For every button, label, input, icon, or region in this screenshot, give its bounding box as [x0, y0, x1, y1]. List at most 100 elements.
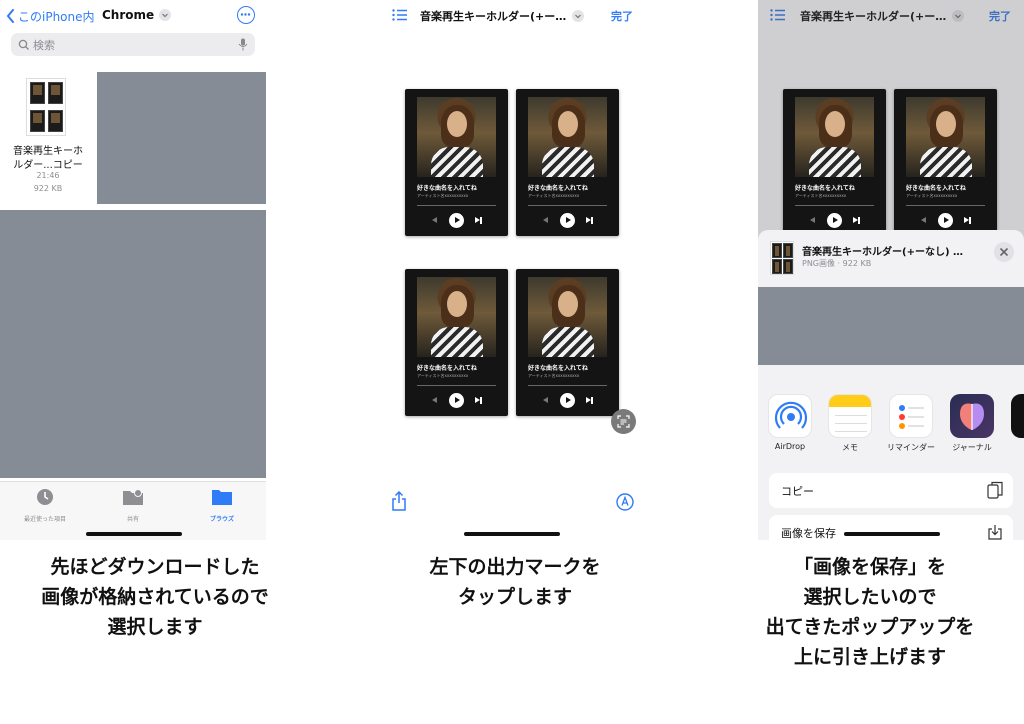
text-scan-icon	[617, 415, 630, 428]
play-icon	[560, 393, 575, 408]
previous-icon	[431, 397, 438, 404]
close-icon	[999, 247, 1009, 257]
notes-app[interactable]	[828, 394, 872, 438]
more-options-button[interactable]	[237, 6, 255, 24]
files-app-screen: このiPhone内 Chrome 検索 音楽再生キーホ ルダー...コピー 21…	[0, 0, 266, 540]
chevron-down-icon	[952, 10, 965, 22]
caption-step-2: 左下の出力マークを タップします	[429, 556, 601, 608]
airdrop-label: AirDrop	[774, 442, 806, 451]
document-title: 音楽再生キーホルダー(+ー…	[800, 8, 965, 24]
save-icon	[988, 525, 1002, 540]
ellipsis-icon	[240, 13, 251, 16]
journal-app[interactable]	[950, 394, 994, 438]
more-app[interactable]	[1011, 394, 1024, 438]
done-button: 完了	[989, 10, 1011, 23]
share-header: 音楽再生キーホルダー(+ーなし) … PNG画像 · 922 KB	[758, 230, 1024, 287]
save-image-label: 画像を保存	[781, 527, 836, 540]
play-icon	[449, 213, 464, 228]
previous-icon	[542, 217, 549, 224]
document-title[interactable]: 音楽再生キーホルダー(+ー…	[420, 8, 585, 24]
previous-icon	[809, 217, 816, 224]
play-icon	[449, 393, 464, 408]
portrait-photo	[417, 97, 496, 177]
copy-icon	[987, 481, 1003, 499]
portrait-photo	[795, 97, 874, 177]
tab-browse[interactable]: ブラウズ	[187, 488, 257, 523]
share-subtitle: PNG画像 · 922 KB	[802, 259, 872, 268]
search-bar[interactable]: 検索	[11, 33, 255, 56]
caption-step-3: 「画像を保存」を 選択したいので 出てきたポップアップを 上に引き上げます	[765, 556, 975, 668]
list-icon	[770, 9, 785, 21]
dimmed-background: 音楽再生キーホルダー(+ー… 完了 好きな曲名を入れてね アーティスト名xxxx…	[758, 0, 1024, 240]
journal-icon	[960, 403, 984, 430]
caption-step-1: 先ほどダウンロードした 画像が格納されているので 選択します	[41, 556, 269, 638]
file-size: 922 KB	[33, 184, 63, 193]
next-icon	[475, 397, 482, 404]
home-indicator	[86, 532, 182, 536]
file-name-line1: 音楽再生キーホ	[13, 146, 83, 157]
folder-icon	[212, 490, 232, 505]
keychain-card: 好きな曲名を入れてね アーティスト名xxxxxxxxxx	[516, 269, 619, 416]
keychain-card: 好きな曲名を入れてね アーティスト名xxxxxxxxxx	[405, 269, 508, 416]
portrait-photo	[906, 97, 985, 177]
back-button[interactable]: このiPhone内	[6, 7, 95, 25]
copy-action[interactable]: コピー	[769, 473, 1013, 508]
redacted-region	[97, 72, 266, 204]
microphone-icon[interactable]	[238, 38, 248, 51]
notes-label: メモ	[842, 443, 858, 452]
share-title: 音楽再生キーホルダー(+ーなし) …	[802, 247, 964, 258]
next-icon	[853, 217, 860, 224]
share-sheet-screen: 音楽再生キーホルダー(+ー… 完了 好きな曲名を入れてね アーティスト名xxxx…	[758, 0, 1024, 540]
file-item[interactable]: 音楽再生キーホ ルダー...コピー 21:46 922 KB	[8, 78, 88, 198]
notes-icon	[829, 395, 871, 407]
reminders-icon	[899, 405, 924, 429]
home-indicator	[844, 532, 940, 536]
airdrop-app[interactable]	[768, 394, 812, 438]
tab-shared[interactable]: 共有	[98, 488, 168, 523]
previous-icon	[431, 217, 438, 224]
next-icon	[964, 217, 971, 224]
next-icon	[586, 217, 593, 224]
back-label: このiPhone内	[18, 9, 95, 24]
file-name-line2: ルダー...コピー	[13, 160, 83, 171]
previous-icon	[920, 217, 927, 224]
keychain-card: 好きな曲名を入れてね アーティスト名xxxxxxxxxx	[516, 89, 619, 236]
tab-recents[interactable]: 最近使った項目	[10, 488, 80, 523]
play-icon	[560, 213, 575, 228]
play-icon	[938, 213, 953, 228]
live-text-button[interactable]	[611, 409, 636, 434]
next-icon	[586, 397, 593, 404]
play-icon	[827, 213, 842, 228]
share-thumbnail	[770, 241, 794, 275]
folder-title[interactable]: Chrome	[102, 8, 172, 22]
file-thumbnail	[26, 78, 66, 136]
keychain-card: 好きな曲名を入れてね アーティスト名xxxxxxxxxx	[783, 89, 886, 236]
share-icon[interactable]	[391, 491, 407, 511]
copy-label: コピー	[781, 485, 814, 498]
portrait-photo	[528, 97, 607, 177]
home-indicator	[464, 532, 560, 536]
list-icon[interactable]	[392, 9, 408, 21]
save-image-action[interactable]: 画像を保存	[769, 515, 1013, 540]
keychain-card: 好きな曲名を入れてね アーティスト名xxxxxxxxxx	[405, 89, 508, 236]
journal-label: ジャーナル	[952, 443, 992, 452]
clock-icon	[37, 489, 53, 505]
chevron-left-icon	[6, 9, 14, 23]
done-button[interactable]: 完了	[611, 8, 633, 24]
chevron-down-icon	[572, 10, 585, 22]
airdrop-icon	[774, 401, 808, 429]
next-icon	[475, 217, 482, 224]
search-icon	[18, 39, 29, 50]
markup-icon[interactable]	[616, 493, 634, 511]
share-sheet: 音楽再生キーホルダー(+ーなし) … PNG画像 · 922 KB AirDro…	[758, 230, 1024, 540]
redacted-region	[758, 287, 1024, 365]
keychain-card: 好きな曲名を入れてね アーティスト名xxxxxxxxxx	[894, 89, 997, 236]
redacted-region	[0, 210, 266, 478]
reminders-app[interactable]	[889, 394, 933, 438]
file-time: 21:46	[36, 171, 60, 180]
search-placeholder: 検索	[33, 39, 55, 52]
portrait-photo	[528, 277, 607, 357]
reminders-label: リマインダー	[887, 443, 935, 452]
close-button[interactable]	[994, 242, 1014, 262]
tab-bar: 最近使った項目 共有 ブラウズ	[0, 481, 266, 540]
